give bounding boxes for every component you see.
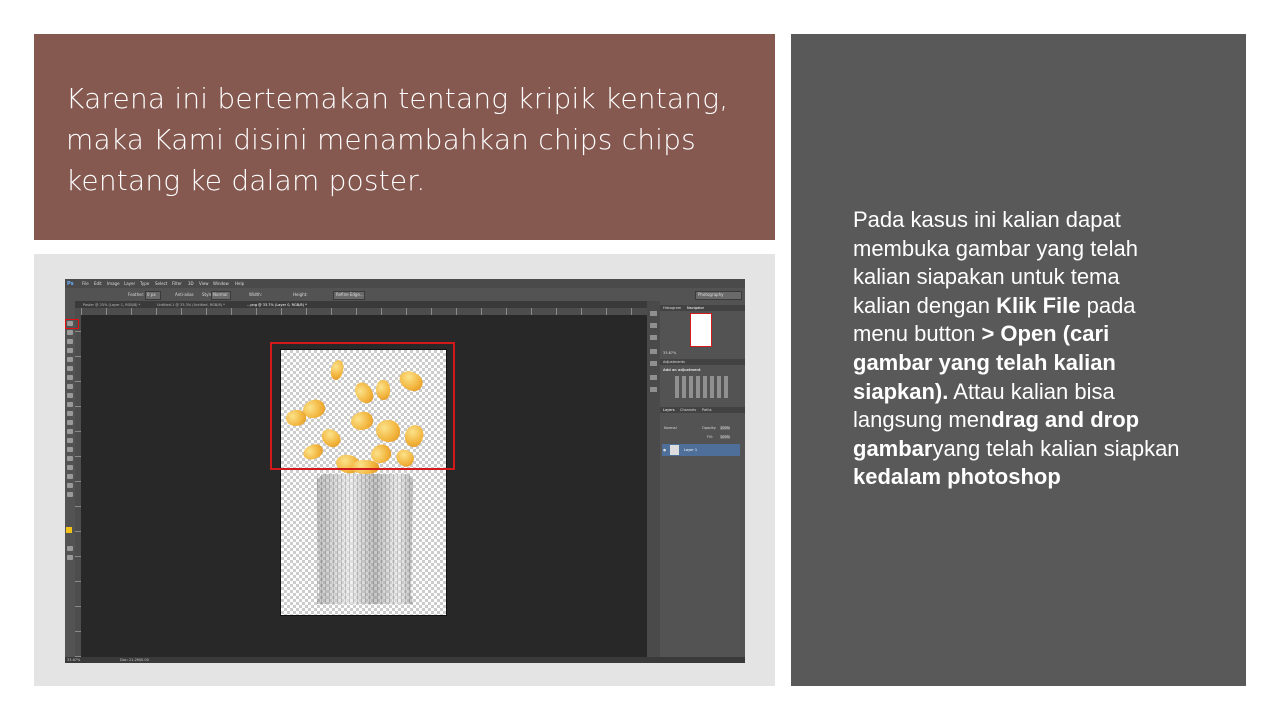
highlight-chips-box (270, 342, 455, 470)
quick-select-tool-icon[interactable] (67, 348, 73, 353)
pen-tool-icon[interactable] (67, 447, 73, 452)
opacity-value[interactable]: 100% (720, 426, 731, 430)
play-icon[interactable] (650, 311, 657, 316)
path-select-tool-icon[interactable] (67, 465, 73, 470)
clone-source-icon[interactable] (650, 361, 657, 366)
history-icon[interactable] (650, 335, 657, 340)
brush-panel-icon[interactable] (650, 349, 657, 354)
menu-3d[interactable]: 3D (188, 281, 194, 286)
width-label: Width: (249, 292, 262, 297)
feather-value: 0 px (147, 292, 156, 297)
navigator-thumbnail[interactable] (690, 313, 712, 347)
blend-mode-select[interactable]: Normal (664, 426, 677, 430)
tab-histogram[interactable]: Histogram (663, 306, 681, 310)
style-value: Normal (213, 292, 228, 297)
refine-edge-label: Refine Edge... (336, 292, 364, 297)
height-label: Height: (293, 292, 308, 297)
hand-tool-icon[interactable] (67, 483, 73, 488)
document-tabs: Poster @ 25% (Layer 1, RGB/8) * Untitled… (75, 301, 659, 308)
panel-icon-strip (647, 301, 660, 657)
tool-highlight-box (65, 319, 79, 329)
menu-filter[interactable]: Filter (172, 281, 182, 286)
layers-tabbar: Layers Channels Paths (660, 407, 745, 413)
eraser-tool-icon[interactable] (67, 411, 73, 416)
fill-value[interactable]: 100% (720, 435, 731, 439)
ruler-vertical (75, 308, 81, 657)
menu-window[interactable]: Window (213, 281, 229, 286)
marquee-tool-icon[interactable] (67, 330, 73, 335)
status-doc: Doc: 21.2M/0.00 (120, 658, 149, 662)
type-tool-icon[interactable] (67, 456, 73, 461)
menu-view[interactable]: View (199, 281, 209, 286)
zoom-tool-icon[interactable] (67, 492, 73, 497)
description-panel: Pada kasus ini kalian dapat membuka gamb… (791, 34, 1246, 686)
menu-select[interactable]: Select (155, 281, 167, 286)
tab-paths[interactable]: Paths (702, 408, 712, 412)
crop-tool-icon[interactable] (67, 357, 73, 362)
adjustment-icons-grid[interactable] (675, 376, 730, 398)
ruler-horizontal (81, 308, 656, 315)
adjustments-tabbar: Adjustments (660, 359, 745, 365)
doc-tab-3[interactable]: ...png @ 33.7% (Layer 0, RGB/8) * (247, 303, 307, 307)
shape-tool-icon[interactable] (67, 474, 73, 479)
dodge-tool-icon[interactable] (67, 438, 73, 443)
tools-panel (65, 301, 75, 657)
menu-help[interactable]: Help (235, 281, 244, 286)
feather-label: Feather: (128, 292, 145, 297)
navigator-zoom[interactable]: 33.67% (663, 351, 676, 355)
layer-name[interactable]: Layer 1 (684, 448, 697, 452)
ps-options-bar: Feather: 0 px Anti-alias Style: Normal W… (65, 288, 745, 302)
eye-icon[interactable]: ● (663, 448, 666, 452)
title-panel: Karena ini bertemakan tentang kripik ken… (34, 34, 775, 240)
photoshop-screenshot: Ps File Edit Image Layer Type Select Fil… (65, 279, 745, 663)
fill-label: Fill: (707, 435, 713, 439)
blur-tool-icon[interactable] (67, 429, 73, 434)
opacity-label: Opacity: (702, 426, 717, 430)
history-brush-tool-icon[interactable] (67, 402, 73, 407)
ps-menubar: Ps File Edit Image Layer Type Select Fil… (65, 279, 745, 288)
character-panel-icon[interactable] (650, 375, 657, 380)
adjustments-hint: Add an adjustment (663, 368, 701, 372)
desc-bold-photoshop: kedalam photoshop (853, 464, 1061, 490)
paragraph-panel-icon[interactable] (650, 387, 657, 392)
stamp-tool-icon[interactable] (67, 393, 73, 398)
ps-logo: Ps (67, 281, 74, 287)
navigator-tabbar: Histogram Navigator (660, 305, 745, 311)
lasso-tool-icon[interactable] (67, 339, 73, 344)
menu-edit[interactable]: Edit (94, 281, 102, 286)
status-zoom[interactable]: 33.67% (67, 658, 80, 662)
ps-status-bar: 33.67% Doc: 21.2M/0.00 (65, 657, 745, 663)
workspace-label: Photography (698, 292, 724, 297)
screen-mode-icon[interactable] (67, 555, 73, 560)
panels-dock: Histogram Navigator 33.67% Adjustments A… (660, 301, 745, 657)
quick-mask-icon[interactable] (67, 546, 73, 551)
doc-tab-1[interactable]: Poster @ 25% (Layer 1, RGB/8) * (83, 303, 140, 307)
menu-type[interactable]: Type (140, 281, 149, 286)
adjustments-title: Adjustments (663, 360, 685, 364)
description-text: Pada kasus ini kalian dapat membuka gamb… (853, 206, 1183, 492)
tab-channels[interactable]: Channels (680, 408, 696, 412)
info-icon[interactable] (650, 323, 657, 328)
layer-row[interactable]: ● Layer 1 (662, 444, 740, 456)
tab-layers[interactable]: Layers (663, 408, 675, 412)
brush-tool-icon[interactable] (67, 384, 73, 389)
menu-layer[interactable]: Layer (124, 281, 135, 286)
tab-navigator[interactable]: Navigator (687, 306, 704, 310)
chips-bag-texture (317, 474, 413, 604)
gradient-tool-icon[interactable] (67, 420, 73, 425)
desc-bold-klik-file: Klik File (996, 292, 1081, 318)
doc-tab-2[interactable]: Untitled-1 @ 33.3% (Untitled, RGB/8) * (157, 303, 225, 307)
desc-text-4: yang telah kalian siapkan (932, 435, 1180, 461)
antialias-label[interactable]: Anti-alias (175, 292, 194, 297)
slide-title: Karena ini bertemakan tentang kripik ken… (66, 82, 729, 197)
layer-thumbnail (670, 445, 679, 455)
eyedropper-tool-icon[interactable] (67, 366, 73, 371)
foreground-color-swatch[interactable] (66, 527, 72, 533)
healing-tool-icon[interactable] (67, 375, 73, 380)
menu-image[interactable]: Image (107, 281, 120, 286)
menu-file[interactable]: File (82, 281, 89, 286)
